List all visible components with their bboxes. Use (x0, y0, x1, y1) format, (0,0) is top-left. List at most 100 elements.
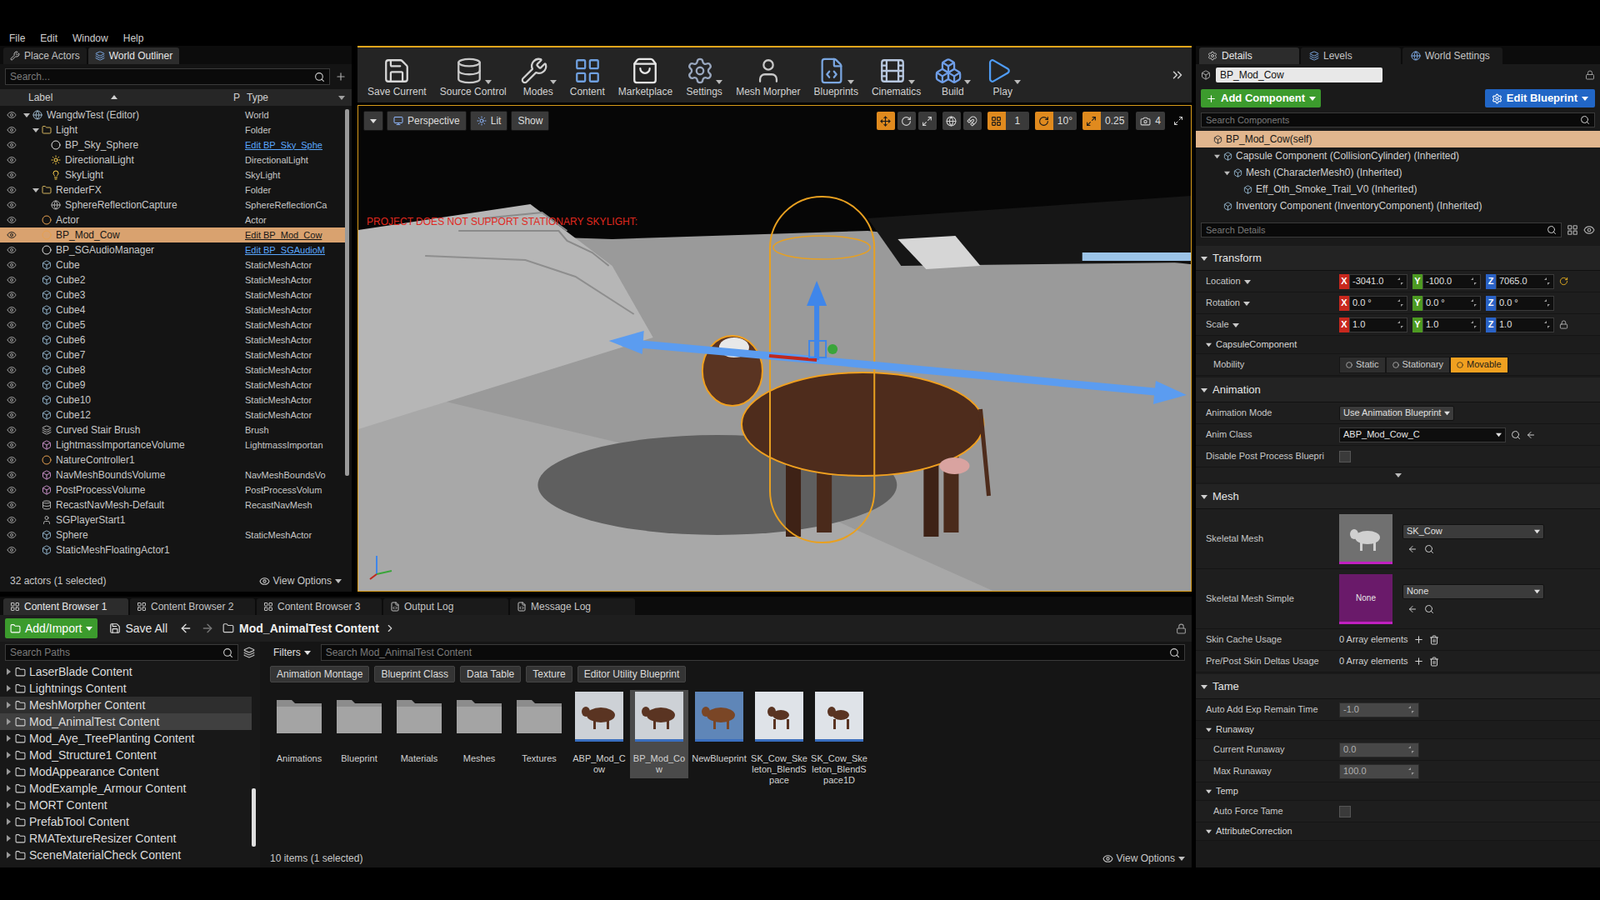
toolbar-overflow-button[interactable] (1166, 47, 1189, 103)
component-row[interactable]: Eff_Oth_Smoke_Trail_V0 (Inherited) (1195, 180, 1600, 198)
forward-arrow-icon[interactable] (200, 621, 215, 635)
details-subcategory[interactable]: AttributeCorrection (1195, 822, 1600, 841)
visibility-eye-icon[interactable] (6, 500, 17, 510)
folder-tree-item[interactable]: MORT Content (0, 796, 252, 814)
dock-tab[interactable]: Content Browser 3 (256, 598, 382, 615)
snap-control[interactable]: 0.25 (1082, 111, 1129, 130)
folder-tree-item[interactable]: Lightnings Content (0, 680, 252, 697)
asset-tile[interactable]: SK_Cow_Skeleton_BlendSpace (750, 690, 809, 790)
visibility-eye-icon[interactable] (6, 155, 17, 165)
maximize-viewport-button[interactable] (1170, 111, 1186, 130)
clear-array-icon[interactable] (1429, 656, 1440, 667)
visibility-eye-icon[interactable] (6, 470, 17, 480)
toolbar-button[interactable]: Mesh Morpher (729, 47, 807, 103)
filter-chip[interactable]: Data Table (460, 665, 521, 683)
details-category[interactable]: Transform (1195, 245, 1600, 271)
mobility-option[interactable]: Static (1339, 356, 1386, 374)
asset-tile[interactable]: NewBlueprint (690, 690, 749, 768)
visibility-eye-icon[interactable] (6, 455, 17, 465)
outliner-row[interactable]: RenderFXFolder (0, 182, 345, 198)
details-category[interactable]: Mesh (1195, 484, 1600, 510)
outliner-row[interactable]: Cube5StaticMeshActor (0, 317, 345, 333)
dock-tab[interactable]: Message Log (510, 598, 635, 615)
visibility-eye-icon[interactable] (6, 425, 17, 435)
vector-component-field[interactable]: X-3041.0 (1339, 274, 1408, 290)
paths-scrollbar[interactable] (251, 663, 260, 868)
folder-tree-item[interactable]: PrefabTool Content (0, 813, 252, 830)
advanced-expander[interactable] (1195, 467, 1600, 483)
toolbar-button[interactable]: Content (563, 47, 612, 103)
property-matrix-icon[interactable] (1566, 224, 1579, 236)
filter-chip[interactable]: Texture (525, 665, 572, 683)
add-folder-icon[interactable] (335, 70, 347, 83)
panel-tab[interactable]: World Settings (1402, 47, 1503, 65)
vector-component-field[interactable]: Y0.0 ° (1412, 295, 1481, 311)
filter-chip[interactable]: Blueprint Class (374, 665, 455, 683)
browse-icon[interactable] (1510, 430, 1521, 440)
visibility-eye-icon[interactable] (6, 545, 17, 555)
panel-tab[interactable]: Levels (1300, 47, 1401, 65)
snap-control[interactable]: 10° (1035, 111, 1077, 130)
filter-chip[interactable]: Animation Montage (270, 665, 370, 683)
pinned-column-header[interactable]: P (233, 90, 245, 105)
level-scene[interactable] (358, 105, 1191, 591)
filters-button[interactable]: Filters (270, 645, 315, 660)
outliner-row[interactable]: Cube3StaticMeshActor (0, 287, 345, 303)
paths-search[interactable]: Search Paths (5, 644, 239, 661)
outliner-row[interactable]: Cube8StaticMeshActor (0, 362, 345, 378)
lock-icon[interactable] (1175, 623, 1187, 635)
outliner-row[interactable]: ActorActor (0, 212, 345, 228)
details-search[interactable]: Search Details (1200, 222, 1562, 238)
asset-dropdown[interactable]: SK_Cow (1402, 524, 1545, 540)
asset-tile[interactable]: Blueprint (330, 690, 389, 768)
add-element-icon[interactable] (1413, 634, 1425, 645)
visibility-eye-icon[interactable] (6, 185, 17, 195)
menu-item[interactable]: Window (72, 33, 109, 44)
outliner-row[interactable]: BP_SGAudioManagerEdit BP_SGAudioM (0, 242, 345, 258)
add-component-button[interactable]: Add Component (1200, 89, 1321, 108)
toolbar-button[interactable]: Blueprints (807, 47, 865, 103)
path-breadcrumb[interactable]: Mod_AnimalTest Content (222, 620, 396, 638)
visibility-eye-icon[interactable] (6, 260, 17, 270)
visibility-eye-icon[interactable] (6, 290, 17, 300)
dock-tab[interactable]: Content Browser 1 (3, 598, 129, 615)
property-checkbox[interactable] (1339, 450, 1351, 463)
outliner-row[interactable]: SGPlayerStart1 (0, 512, 345, 528)
outliner-row[interactable]: Cube2StaticMeshActor (0, 272, 345, 288)
toolbar-button[interactable]: Modes (513, 47, 564, 103)
outliner-search[interactable]: Search... (5, 68, 330, 85)
camera-speed-control[interactable]: 4 (1135, 111, 1165, 130)
actor-type[interactable]: Edit BP_SGAudioM (245, 245, 325, 255)
asset-search[interactable]: Search Mod_AnimalTest Content (320, 644, 1185, 661)
panel-tab[interactable]: World Outliner (88, 47, 180, 65)
show-button[interactable]: Show (510, 110, 550, 131)
actor-type[interactable]: Edit BP_Mod_Cow (245, 230, 322, 240)
visibility-eye-icon[interactable] (6, 530, 17, 540)
vector-component-field[interactable]: Y1.0 (1412, 317, 1481, 333)
use-selected-icon[interactable] (1407, 604, 1418, 615)
property-checkbox[interactable] (1339, 805, 1351, 818)
folder-tree-item[interactable]: RMATextureResizer Content (0, 830, 252, 847)
lock-scale-icon[interactable] (1559, 320, 1569, 330)
toolbar-button[interactable]: Play (977, 47, 1028, 103)
enum-dropdown[interactable]: Use Animation Blueprint (1339, 405, 1455, 421)
reset-to-default-icon[interactable] (1559, 276, 1569, 286)
visibility-eye-icon[interactable] (6, 230, 17, 240)
asset-thumbnail[interactable]: None (1339, 574, 1393, 625)
outliner-row[interactable]: CubeStaticMeshActor (0, 257, 345, 273)
visibility-eye-icon[interactable] (6, 275, 17, 285)
class-picker[interactable]: ABP_Mod_Cow_C (1339, 427, 1506, 443)
mobility-option[interactable]: Movable (1450, 356, 1509, 374)
folder-tree-item[interactable]: ModAppearance Content (0, 763, 252, 780)
outliner-scrollbar[interactable] (345, 107, 352, 570)
component-row[interactable]: Mesh (CharacterMesh0) (Inherited) (1195, 164, 1600, 181)
actor-name-field[interactable]: BP_Mod_Cow (1215, 67, 1383, 83)
dock-tab[interactable]: Content Browser 2 (130, 598, 255, 615)
details-subcategory[interactable]: CapsuleComponent (1195, 335, 1600, 355)
asset-thumbnail[interactable] (1339, 514, 1393, 565)
folder-tree-item[interactable]: MeshMorpher Content (0, 696, 252, 714)
vector-component-field[interactable]: X1.0 (1339, 317, 1408, 333)
menu-item[interactable]: File (9, 33, 25, 44)
component-row[interactable]: Capsule Component (CollisionCylinder) (I… (1195, 147, 1600, 165)
outliner-row[interactable]: PostProcessVolumePostProcessVolum (0, 482, 345, 498)
